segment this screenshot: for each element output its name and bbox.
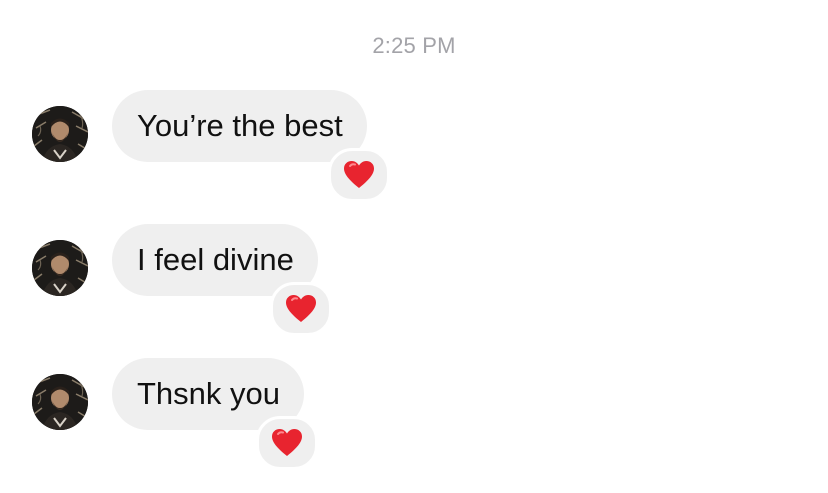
- message-row: You’re the best: [0, 90, 828, 210]
- message-text: Thsnk you: [137, 376, 281, 411]
- sender-avatar[interactable]: [32, 240, 88, 296]
- message-row: Thsnk you: [0, 358, 828, 478]
- message-text: You’re the best: [137, 108, 343, 143]
- heart-icon: [286, 295, 316, 322]
- message-bubble[interactable]: You’re the best: [112, 90, 367, 162]
- reaction-badge[interactable]: [328, 148, 390, 202]
- heart-icon: [272, 429, 302, 456]
- heart-icon: [344, 161, 374, 188]
- avatar-photo: [32, 240, 88, 296]
- sender-avatar[interactable]: [32, 374, 88, 430]
- sender-avatar[interactable]: [32, 106, 88, 162]
- message-row: I feel divine: [0, 224, 828, 344]
- avatar-photo: [32, 374, 88, 430]
- message-timestamp: 2:25 PM: [372, 33, 456, 58]
- reaction-badge[interactable]: [256, 416, 318, 470]
- avatar-photo: [32, 106, 88, 162]
- reaction-badge[interactable]: [270, 282, 332, 336]
- message-text: I feel divine: [137, 242, 294, 277]
